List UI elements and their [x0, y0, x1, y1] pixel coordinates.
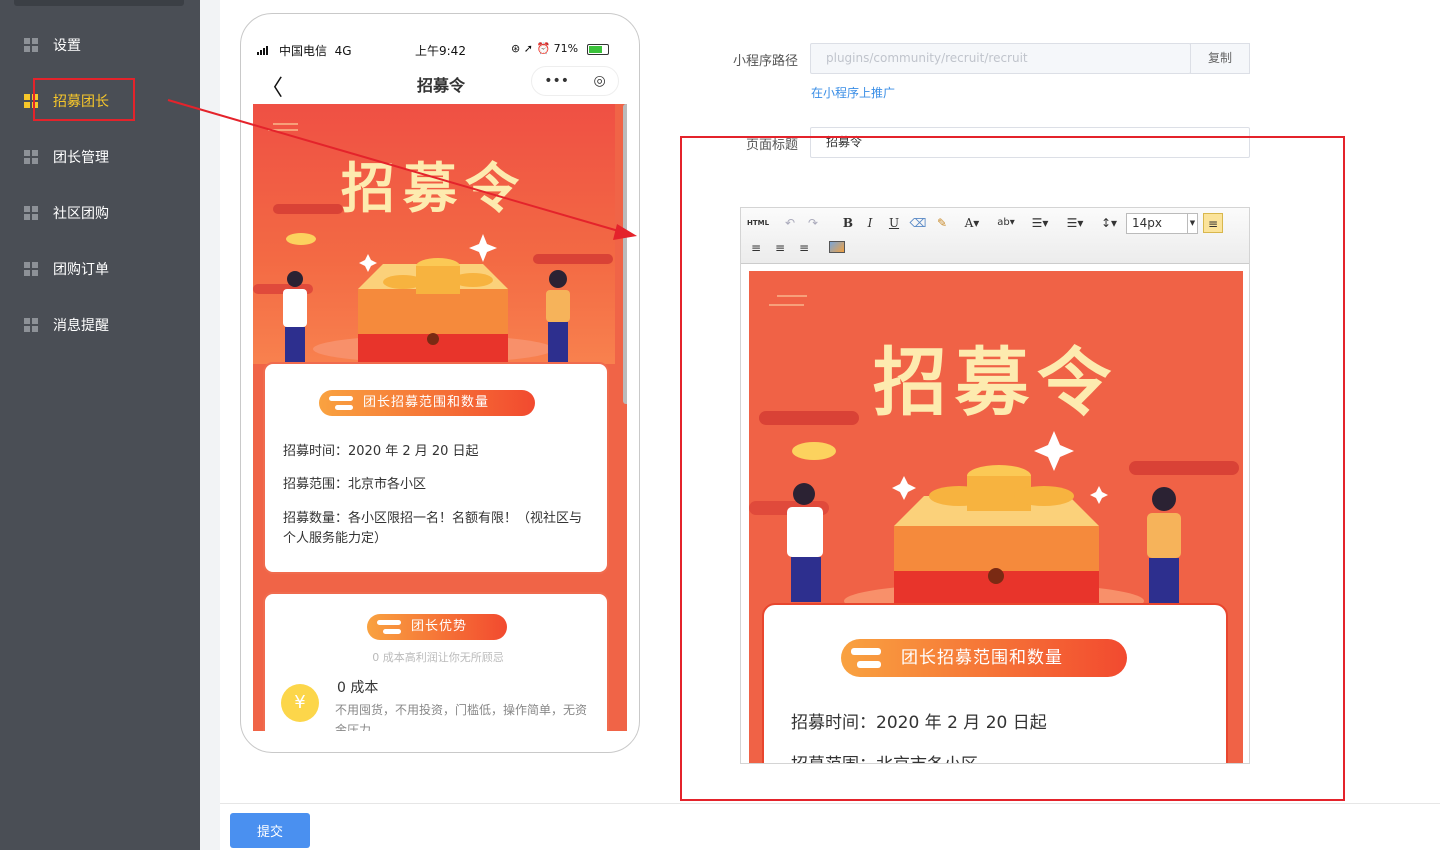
sidebar-item-community-group-buy[interactable]: 社区团购: [0, 185, 200, 241]
editor-content-area[interactable]: 招募令 团长招募范围和数量 招募时间：2020 年 2 月 20 日起 招募范围…: [749, 271, 1243, 763]
ordered-list-icon[interactable]: ☰▾: [1026, 213, 1054, 233]
sidebar-item-settings[interactable]: 设置: [0, 17, 200, 73]
sidebar-item-label: 招募团长: [53, 94, 109, 110]
title-input[interactable]: 招募令: [810, 127, 1250, 158]
chevron-down-icon: ▼: [1187, 214, 1197, 233]
grid-icon: [24, 150, 38, 164]
money-bag-icon: ¥: [281, 684, 319, 722]
poster-title: 招募令: [341, 157, 527, 220]
italic-icon[interactable]: I: [861, 213, 879, 233]
close-circle-icon[interactable]: ◎: [594, 73, 606, 89]
grid-icon: [24, 38, 38, 52]
align-left-icon[interactable]: ≡: [1203, 213, 1223, 233]
grid-icon: [24, 206, 38, 220]
sidebar-item-label: 消息提醒: [53, 318, 109, 334]
form-footer: 提交: [220, 803, 1440, 850]
editor-recruit-scope: 招募范围：北京市各小区: [791, 753, 978, 763]
redo-icon[interactable]: ↷: [804, 213, 822, 233]
sidebar-item-label: 设置: [53, 38, 81, 54]
poster-illustration: [253, 123, 613, 363]
phone-nav-bar: 〈 招募令 ••• ◎: [241, 66, 639, 101]
pill-deco-icon: [851, 648, 881, 655]
pill-deco-icon: [377, 620, 401, 625]
rich-text-editor: HTML ↶ ↷ B I U ⌫ ✎ A▾ ab▾ ☰▾ ☰▾ ↕▾ 14px ▼…: [740, 207, 1250, 764]
sidebar-top-bar: [14, 0, 184, 6]
section-pill: 团长招募范围和数量: [319, 390, 535, 416]
section-pill: 团长优势: [367, 614, 507, 640]
grid-icon: [24, 94, 38, 108]
phone-scrollbar[interactable]: [623, 104, 627, 404]
recruit-time: 招募时间：2020 年 2 月 20 日起: [283, 444, 479, 459]
location-icon: ➚: [523, 42, 533, 55]
advantage-subtitle: 0 成本高利润让你无所顾忌: [372, 651, 504, 664]
alarm-icon: ⏰: [536, 42, 551, 55]
content-gutter: [200, 0, 220, 850]
carrier-name: 中国电信: [279, 44, 328, 58]
align-justify-icon[interactable]: ≡: [795, 238, 813, 258]
more-icon[interactable]: •••: [544, 73, 569, 89]
sidebar-item-leader-management[interactable]: 团长管理: [0, 129, 200, 185]
lock-rotation-icon: ⊛: [511, 42, 521, 55]
sidebar-item-label: 社区团购: [53, 206, 109, 222]
phone-page-content: 招募令 团长招募范围和数量 招募时间：2020 年 2 月 20 日起 招募范围…: [253, 104, 627, 731]
align-center-icon[interactable]: ≡: [747, 238, 765, 258]
sidebar: 设置 招募团长 团长管理 社区团购 团购订单 消息提醒: [0, 0, 200, 850]
recruit-poster: 招募令: [253, 104, 615, 364]
battery-icon: [587, 44, 609, 55]
battery-percent: 71%: [553, 42, 579, 55]
editor-section-pill: 团长招募范围和数量: [841, 639, 1127, 677]
phone-preview: 中国电信 4G 上午9:42 ⊛ ➚ ⏰ 71% 〈 招募令 ••• ◎ 招募令…: [240, 13, 640, 753]
grid-icon: [24, 262, 38, 276]
submit-button[interactable]: 提交: [230, 813, 310, 848]
recruit-quota: 招募数量：各小区限招一名！名额有限！（视社区与个人服务能力定）: [283, 511, 583, 546]
pill-deco-icon: [329, 396, 353, 401]
mini-program-capsule[interactable]: ••• ◎: [531, 66, 619, 96]
copy-button[interactable]: 复制: [1190, 43, 1250, 74]
undo-icon[interactable]: ↶: [781, 213, 799, 233]
signal-icon: [257, 46, 268, 55]
sidebar-item-label: 团长管理: [53, 150, 109, 166]
font-size-select[interactable]: 14px ▼: [1126, 213, 1198, 234]
grid-icon: [24, 318, 38, 332]
recruit-scope: 招募范围：北京市各小区: [283, 477, 427, 492]
format-painter-icon[interactable]: ✎: [933, 213, 951, 233]
sidebar-item-recruit-leader[interactable]: 招募团长: [0, 73, 200, 129]
status-icons: ⊛ ➚ ⏰ 71%: [511, 42, 578, 55]
section-pill-label: 团长招募范围和数量: [363, 395, 490, 410]
font-color-icon[interactable]: A▾: [959, 213, 985, 233]
advantage-desc: 不用囤货，不用投资，门槛低，操作简单，无资金压力。: [335, 703, 588, 731]
network-type: 4G: [334, 44, 352, 58]
editor-pill-label: 团长招募范围和数量: [901, 648, 1063, 668]
line-height-icon[interactable]: ↕▾: [1095, 213, 1123, 233]
bold-icon[interactable]: B: [839, 213, 857, 233]
recruit-scope-card: 团长招募范围和数量 招募时间：2020 年 2 月 20 日起 招募范围：北京市…: [263, 362, 609, 574]
eraser-icon[interactable]: ⌫: [909, 213, 927, 233]
carrier-info: 中国电信 4G: [279, 42, 352, 59]
advantage-title: 0 成本: [337, 680, 379, 696]
editor-toolbar: HTML ↶ ↷ B I U ⌫ ✎ A▾ ab▾ ☰▾ ☰▾ ↕▾ 14px ▼…: [741, 208, 1249, 264]
title-label: 页面标题: [745, 138, 798, 153]
status-time: 上午9:42: [415, 44, 466, 58]
path-label: 小程序路径: [732, 54, 798, 69]
phone-status-bar: 中国电信 4G 上午9:42 ⊛ ➚ ⏰ 71%: [241, 40, 639, 59]
editor-poster-title: 招募令: [873, 340, 1119, 426]
underline-icon[interactable]: U: [885, 213, 903, 233]
font-size-value: 14px: [1132, 216, 1162, 230]
sidebar-item-label: 团购订单: [53, 262, 109, 278]
highlight-icon[interactable]: ab▾: [991, 213, 1021, 233]
sidebar-item-group-orders[interactable]: 团购订单: [0, 241, 200, 297]
unordered-list-icon[interactable]: ☰▾: [1061, 213, 1089, 233]
insert-image-icon[interactable]: [829, 241, 845, 253]
section-pill-label: 团长优势: [411, 619, 468, 634]
align-right-icon[interactable]: ≡: [771, 238, 789, 258]
editor-recruit-time: 招募时间：2020 年 2 月 20 日起: [791, 713, 1047, 733]
html-source-button[interactable]: HTML: [746, 213, 770, 233]
leader-advantage-card: 团长优势 0 成本高利润让你无所顾忌 ¥ 0 成本 不用囤货，不用投资，门槛低，…: [263, 592, 609, 731]
promote-link[interactable]: 在小程序上推广: [811, 84, 895, 101]
sidebar-item-notifications[interactable]: 消息提醒: [0, 297, 200, 353]
path-input[interactable]: plugins/community/recruit/recruit: [810, 43, 1191, 74]
